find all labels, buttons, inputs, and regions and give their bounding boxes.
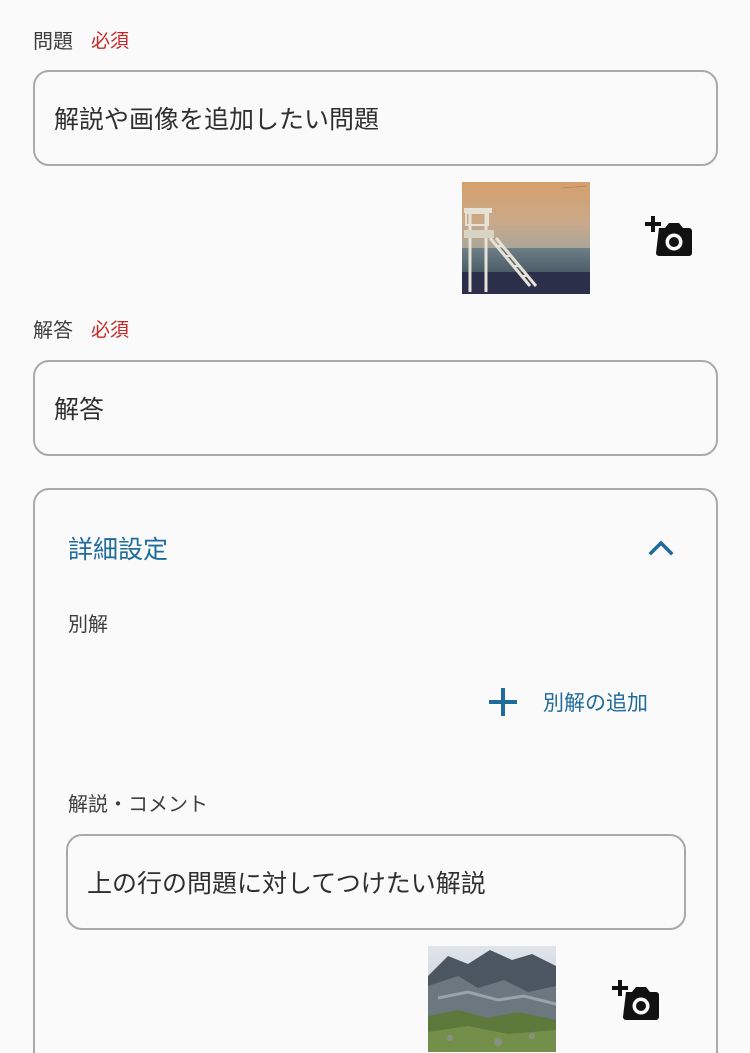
mountain-landscape-photo [428, 946, 556, 1052]
add-alt-answer-button[interactable]: 別解の追加 [487, 686, 648, 718]
comment-image-thumbnail[interactable] [428, 946, 556, 1052]
question-label: 問題 [33, 29, 73, 53]
question-input[interactable]: 解説や画像を追加したい問題 [33, 70, 718, 166]
answer-label: 解答 [33, 318, 73, 342]
alt-answers-label: 別解 [68, 612, 108, 636]
advanced-settings-panel: 詳細設定 別解 別解の追加 解説・コメント 上の行の問題に対してつけたい解説 [33, 488, 718, 1053]
add-photo-camera-icon [645, 216, 692, 256]
advanced-settings-title[interactable]: 詳細設定 [68, 530, 168, 566]
collapse-button[interactable] [647, 534, 675, 562]
question-required-badge: 必須 [91, 30, 130, 52]
question-image-thumbnail[interactable] [462, 182, 590, 294]
comment-input[interactable]: 上の行の問題に対してつけたい解説 [66, 834, 686, 930]
lifeguard-tower-photo [462, 182, 590, 294]
add-photo-camera-icon [612, 980, 659, 1020]
chevron-up-icon [648, 540, 674, 556]
quiz-edit-form: 問題 必須 解説や画像を追加したい問題 解答 必須 解答 詳細設定 別解 別解の… [0, 0, 750, 1053]
plus-icon [489, 688, 517, 716]
comment-add-photo-button[interactable] [612, 980, 660, 1024]
question-add-photo-button[interactable] [645, 216, 693, 260]
answer-label-row: 解答 必須 [33, 314, 129, 343]
answer-input[interactable]: 解答 [33, 360, 718, 456]
question-label-row: 問題 必須 [33, 25, 129, 54]
add-alt-answer-label: 別解の追加 [543, 691, 648, 715]
answer-required-badge: 必須 [91, 319, 130, 341]
comment-label: 解説・コメント [68, 792, 208, 816]
